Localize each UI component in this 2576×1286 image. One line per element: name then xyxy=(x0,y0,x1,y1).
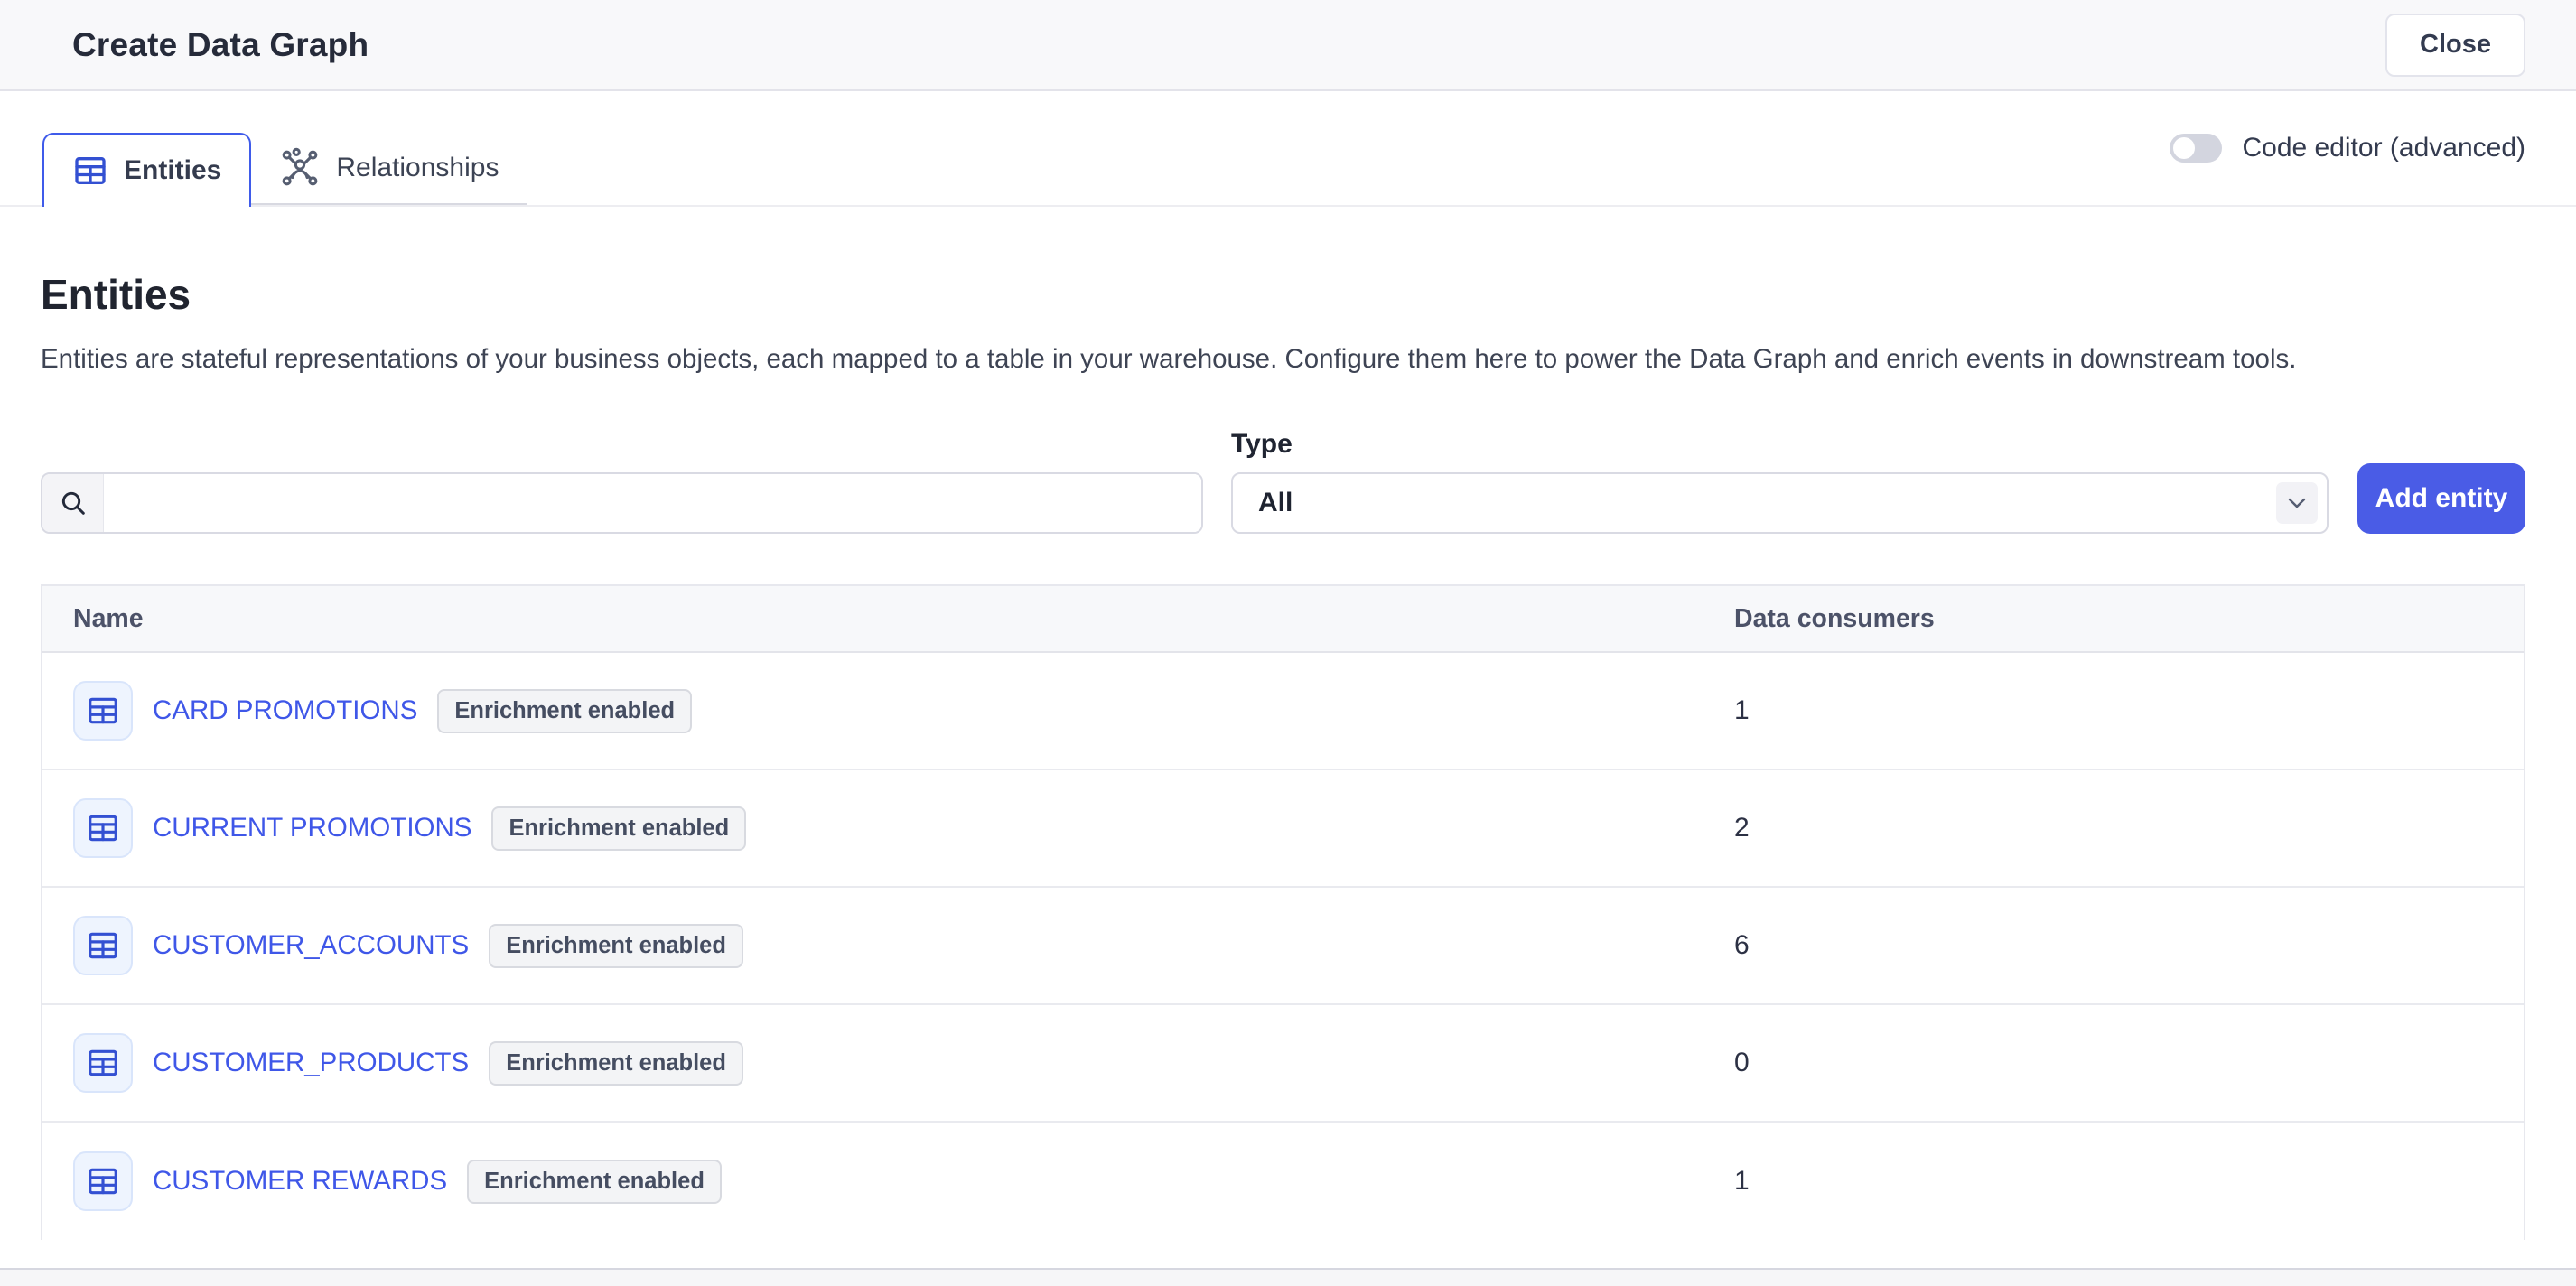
column-header-data-consumers: Data consumers xyxy=(1734,604,2524,634)
data-consumers-value: 6 xyxy=(1734,930,2524,961)
enrichment-badge: Enrichment enabled xyxy=(467,1160,722,1204)
entity-name-link[interactable]: CURRENT PROMOTIONS xyxy=(153,813,471,843)
search-input[interactable] xyxy=(104,474,1201,532)
toggle-knob xyxy=(2173,137,2195,159)
entity-name-cell: CUSTOMER REWARDS Enrichment enabled xyxy=(42,1151,1734,1211)
table-header: Name Data consumers xyxy=(42,586,2524,653)
entity-table-icon xyxy=(73,798,133,858)
tab-strip: Entities Relationships Code editor (adv xyxy=(0,91,2576,207)
column-header-name: Name xyxy=(42,604,1734,634)
close-button[interactable]: Close xyxy=(2385,14,2525,77)
code-editor-toggle[interactable] xyxy=(2170,134,2222,163)
data-consumers-value: 0 xyxy=(1734,1048,2524,1078)
tab-entities-label: Entities xyxy=(124,155,221,186)
table-row: CURRENT PROMOTIONS Enrichment enabled 2 xyxy=(42,770,2524,888)
entity-name-link[interactable]: CUSTOMER REWARDS xyxy=(153,1166,447,1197)
entity-name-cell: CUSTOMER_PRODUCTS Enrichment enabled xyxy=(42,1033,1734,1093)
filter-row: Type All Add entity xyxy=(41,429,2525,534)
page-title: Create Data Graph xyxy=(72,26,369,64)
type-select-value: All xyxy=(1258,488,1293,518)
enrichment-badge: Enrichment enabled xyxy=(489,1041,743,1086)
section-heading: Entities xyxy=(41,270,2525,319)
entity-table-icon xyxy=(73,1033,133,1093)
add-entity-button[interactable]: Add entity xyxy=(2357,463,2525,534)
entity-name-cell: CARD PROMOTIONS Enrichment enabled xyxy=(42,681,1734,741)
footer-strip xyxy=(0,1268,2576,1286)
table-row: CUSTOMER_PRODUCTS Enrichment enabled 0 xyxy=(42,1005,2524,1123)
type-filter-group: Type All xyxy=(1231,429,2329,534)
entity-table-icon xyxy=(73,681,133,741)
entities-panel: Entities Entities are stateful represent… xyxy=(0,270,2576,1240)
enrichment-badge: Enrichment enabled xyxy=(489,924,743,968)
table-row: CUSTOMER_ACCOUNTS Enrichment enabled 6 xyxy=(42,888,2524,1005)
entity-name-link[interactable]: CARD PROMOTIONS xyxy=(153,695,417,726)
entity-name-cell: CUSTOMER_ACCOUNTS Enrichment enabled xyxy=(42,916,1734,975)
code-editor-toggle-group: Code editor (advanced) xyxy=(2170,133,2525,163)
entity-table-icon xyxy=(73,1151,133,1211)
relationships-graph-icon xyxy=(279,147,321,189)
section-description: Entities are stateful representations of… xyxy=(41,344,2353,375)
entity-name-cell: CURRENT PROMOTIONS Enrichment enabled xyxy=(42,798,1734,858)
enrichment-badge: Enrichment enabled xyxy=(437,689,692,733)
data-consumers-value: 1 xyxy=(1734,695,2524,726)
type-label: Type xyxy=(1231,429,2329,460)
tab-relationships[interactable]: Relationships xyxy=(251,133,527,205)
chevron-down-icon xyxy=(2276,482,2318,524)
type-select[interactable]: All xyxy=(1231,472,2329,534)
code-editor-label: Code editor (advanced) xyxy=(2242,133,2525,163)
table-body: CARD PROMOTIONS Enrichment enabled 1 CUR… xyxy=(42,653,2524,1240)
table-icon xyxy=(72,153,108,189)
data-consumers-value: 2 xyxy=(1734,813,2524,843)
search-icon xyxy=(42,474,104,532)
entity-name-link[interactable]: CUSTOMER_ACCOUNTS xyxy=(153,930,469,961)
entities-table: Name Data consumers CARD PROMOTIONS Enri… xyxy=(41,584,2525,1240)
entity-table-icon xyxy=(73,916,133,975)
tab-relationships-label: Relationships xyxy=(336,153,499,183)
search-box xyxy=(41,472,1203,534)
table-row: CARD PROMOTIONS Enrichment enabled 1 xyxy=(42,653,2524,770)
modal-header: Create Data Graph Close xyxy=(0,0,2576,91)
enrichment-badge: Enrichment enabled xyxy=(491,806,746,851)
entity-name-link[interactable]: CUSTOMER_PRODUCTS xyxy=(153,1048,469,1078)
data-consumers-value: 1 xyxy=(1734,1166,2524,1197)
table-row: CUSTOMER REWARDS Enrichment enabled 1 xyxy=(42,1123,2524,1240)
tab-entities[interactable]: Entities xyxy=(42,133,251,207)
